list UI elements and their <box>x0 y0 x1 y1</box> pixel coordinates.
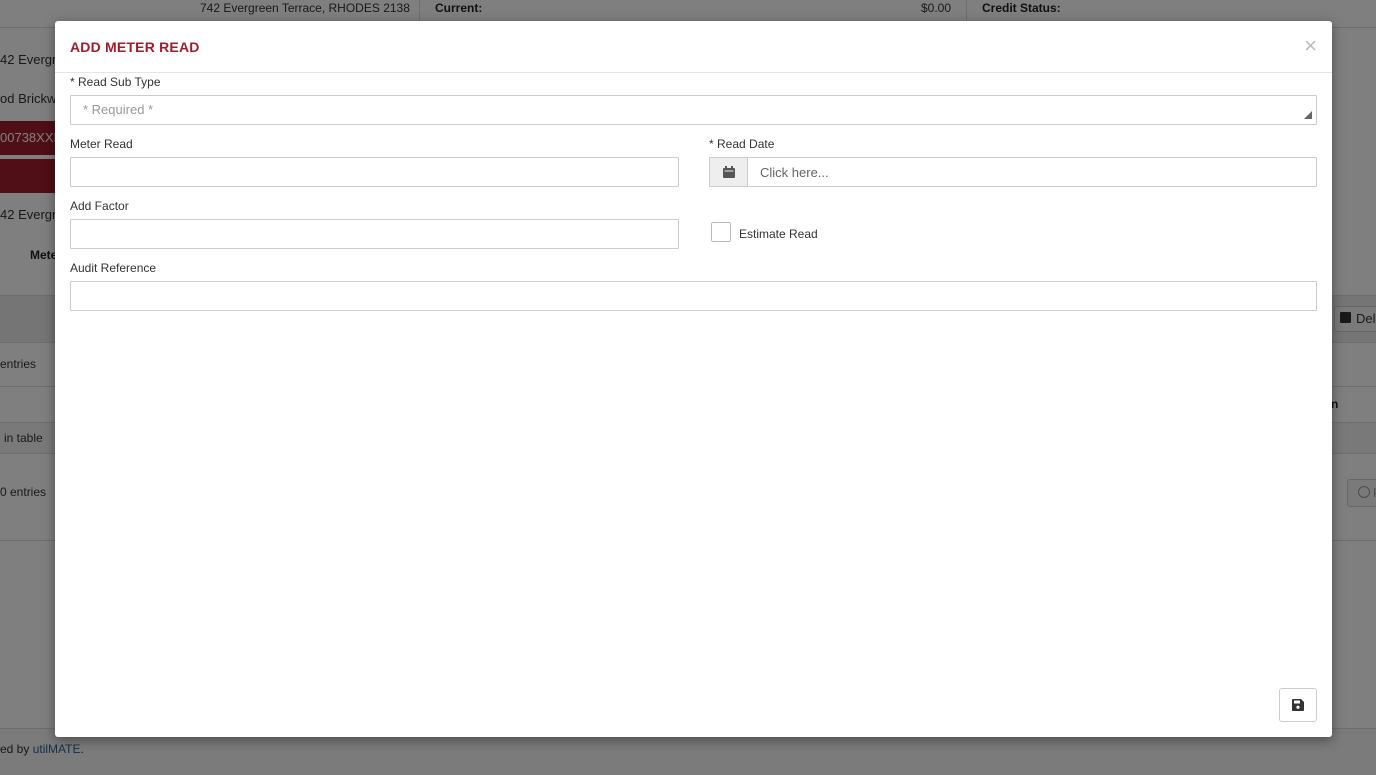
meter-read-field <box>70 157 679 187</box>
read-sub-type-placeholder: * Required * <box>83 102 154 117</box>
audit-reference-label: Audit Reference <box>70 261 157 275</box>
add-meter-read-modal: ADD METER READ × * Read Sub Type * Requi… <box>55 21 1332 737</box>
estimate-read-label[interactable]: Estimate Read <box>739 227 818 241</box>
read-sub-type-label: * Read Sub Type <box>70 75 161 89</box>
read-date-field <box>709 157 1317 187</box>
read-sub-type-select[interactable]: * Required * <box>70 95 1317 125</box>
audit-reference-field <box>70 281 1317 311</box>
floppy-disk-icon <box>1292 699 1304 711</box>
read-date-input[interactable] <box>748 158 1316 186</box>
calendar-button[interactable] <box>710 158 748 186</box>
dropdown-arrow-icon <box>1304 111 1312 119</box>
audit-reference-input[interactable] <box>71 282 1316 310</box>
add-factor-input[interactable] <box>71 220 678 248</box>
estimate-read-checkbox[interactable] <box>711 222 731 242</box>
add-factor-label: Add Factor <box>70 199 129 213</box>
modal-title: ADD METER READ <box>70 39 200 55</box>
modal-header: ADD METER READ × <box>55 21 1332 73</box>
read-date-label: * Read Date <box>709 137 775 151</box>
save-button[interactable] <box>1279 688 1317 722</box>
close-icon: × <box>1304 33 1317 58</box>
add-factor-field <box>70 219 679 249</box>
meter-read-input[interactable] <box>71 158 678 186</box>
calendar-icon <box>723 166 735 178</box>
meter-read-label: Meter Read <box>70 137 133 151</box>
close-button[interactable]: × <box>1304 35 1317 57</box>
